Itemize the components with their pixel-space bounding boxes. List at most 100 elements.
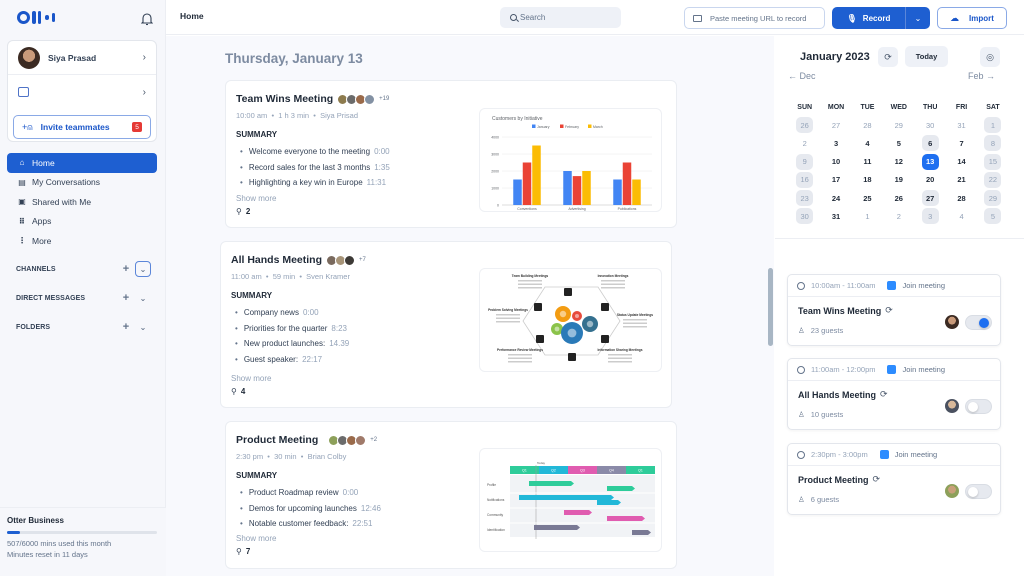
upcoming-event-card[interactable]: 2:30pm - 3:00pm Join meeting Product Mee… [787,443,1001,515]
roadmap-thumbnail[interactable]: Q1 Q2 Q3 Q4 Q1 Today Profile Notifications Commu… [479,448,662,552]
sidebar-item-my-conversations[interactable]: ▤ My Conversations [7,173,157,193]
add-channel-button[interactable]: + [117,263,135,275]
direct-messages-expand-button[interactable]: ⌄ [135,290,151,306]
meeting-card[interactable]: Product Meeting +2 2:30 pm • 30 min • Br… [225,421,677,569]
feed-scrollbar[interactable] [768,268,773,346]
timestamp[interactable]: 1:35 [374,163,390,172]
zoom-video-icon[interactable] [887,365,897,374]
meeting-url-input[interactable]: Paste meeting URL to record [684,7,825,29]
calendar-day[interactable]: 27 [921,190,939,207]
summary-item[interactable]: Product Roadmap review 0:00 [240,485,381,501]
calendar-day[interactable]: 12 [884,154,914,170]
today-button[interactable]: Today [905,46,948,67]
timestamp[interactable]: 12:46 [361,504,381,513]
calendar-day[interactable]: 16 [796,171,814,188]
calendar-day[interactable]: 10 [821,154,851,170]
search-input[interactable]: Search [500,7,621,28]
calendar-day[interactable]: 23 [796,190,814,207]
summary-item[interactable]: Company news 0:00 [235,305,349,321]
timestamp[interactable]: 14.39 [329,339,349,348]
meeting-card[interactable]: Team Wins Meeting +19 10:00 am • 1 h 3 m… [225,80,677,228]
record-button[interactable]: 🎙 Record [832,7,906,29]
calendar-day[interactable]: 26 [796,117,814,134]
bell-icon[interactable] [141,12,153,26]
timestamp[interactable]: 11:31 [367,178,386,187]
summary-item[interactable]: Record sales for the last 3 months1:35 [240,160,390,176]
calendar-day[interactable]: 6 [921,135,939,152]
calendar-day[interactable]: 22 [984,171,1002,188]
calendar-day[interactable]: 4 [852,135,882,151]
calendar-day[interactable]: 31 [821,208,851,224]
auto-record-toggle[interactable] [965,315,992,330]
chart-thumbnail[interactable]: Customers by Initiative January February Ma… [479,108,662,212]
next-month-button[interactable]: Feb → [968,71,995,81]
summary-item[interactable]: Guest speaker:22:17 [235,352,349,368]
import-button[interactable]: ☁ Import [937,7,1007,29]
calendar-day[interactable]: 29 [984,190,1002,207]
record-options-dropdown[interactable]: ⌄ [906,14,930,23]
sidebar-item-apps[interactable]: ⠿ Apps [7,212,157,232]
calendar-day[interactable]: 2 [884,208,914,224]
calendar-day[interactable]: 14 [947,154,977,170]
calendar-day[interactable]: 30 [796,208,814,225]
otter-logo[interactable] [17,11,55,24]
calendar-day[interactable]: 18 [852,172,882,188]
timestamp[interactable]: 8:23 [331,324,347,333]
calendar-day[interactable]: 26 [884,190,914,206]
show-more-link[interactable]: Show more [231,374,271,383]
zoom-video-icon[interactable] [879,450,889,459]
upcoming-event-card[interactable]: 10:00am - 11:00am Join meeting Team Wins… [787,274,1001,346]
refresh-calendar-button[interactable]: ⟳ [878,47,898,67]
timestamp[interactable]: 0:00 [343,488,359,497]
calendar-day[interactable]: 3 [821,135,851,151]
join-meeting-link[interactable]: Join meeting [902,365,945,374]
channels-expand-button[interactable]: ⌄ [135,261,151,277]
sidebar-item-shared-with-me[interactable]: ▣ Shared with Me [7,192,157,212]
summary-item[interactable]: Priorities for the quarter8:23 [235,321,349,337]
calendar-day[interactable]: 11 [852,154,882,170]
calendar-day[interactable]: 24 [821,190,851,206]
calendar-day[interactable]: 29 [884,117,914,133]
summary-item[interactable]: New product launches:14.39 [235,336,349,352]
calendar-day[interactable]: 1 [852,208,882,224]
calendar-day[interactable]: 21 [947,172,977,188]
calendar-day[interactable]: 20 [915,172,945,188]
summary-item[interactable]: Notable customer feedback:22:51 [240,516,381,532]
calendar-day[interactable]: 31 [947,117,977,133]
calendar-day-selected[interactable]: 13 [921,153,939,170]
summary-item[interactable]: Demos for upcoming launches 12:46 [240,501,381,517]
folders-expand-button[interactable]: ⌄ [135,319,151,335]
calendar-day[interactable]: 28 [852,117,882,133]
calendar-day[interactable]: 5 [884,135,914,151]
calendar-day[interactable]: 3 [921,208,939,225]
timestamp[interactable]: 0:00 [303,308,319,317]
timestamp[interactable]: 0:00 [374,147,390,156]
auto-record-toggle[interactable] [965,484,992,499]
calendar-day[interactable]: 30 [915,117,945,133]
previous-month-button[interactable]: ← Dec [788,71,816,81]
show-more-link[interactable]: Show more [236,194,276,203]
sidebar-item-home[interactable]: ⌂ Home [7,153,157,173]
workspace-row[interactable]: › [8,75,156,109]
join-meeting-link[interactable]: Join meeting [902,281,945,290]
calendar-day[interactable]: 4 [947,208,977,224]
upcoming-event-card[interactable]: 11:00am - 12:00pm Join meeting All Hands… [787,358,1001,430]
profile-row[interactable]: Siya Prasad › [8,41,156,75]
calendar-day[interactable]: 9 [796,153,814,170]
timestamp[interactable]: 22:51 [352,519,372,528]
auto-record-toggle[interactable] [965,399,992,414]
summary-item[interactable]: Highlighting a key win in Europe 11:31 [240,175,390,191]
calendar-day[interactable]: 25 [852,190,882,206]
add-direct-message-button[interactable]: + [117,292,135,304]
zoom-video-icon[interactable] [887,281,897,290]
join-meeting-link[interactable]: Join meeting [895,450,938,459]
calendar-day[interactable]: 19 [884,172,914,188]
calendar-day[interactable]: 27 [821,117,851,133]
calendar-settings-button[interactable]: ◎ [980,47,1000,67]
calendar-day[interactable]: 8 [984,135,1002,152]
show-more-link[interactable]: Show more [236,534,276,543]
calendar-day[interactable]: 2 [790,135,820,151]
sidebar-item-more[interactable]: ⋮ More [7,231,157,251]
timestamp[interactable]: 22:17 [302,355,322,364]
summary-item[interactable]: Welcome everyone to the meeting0:00 [240,144,390,160]
